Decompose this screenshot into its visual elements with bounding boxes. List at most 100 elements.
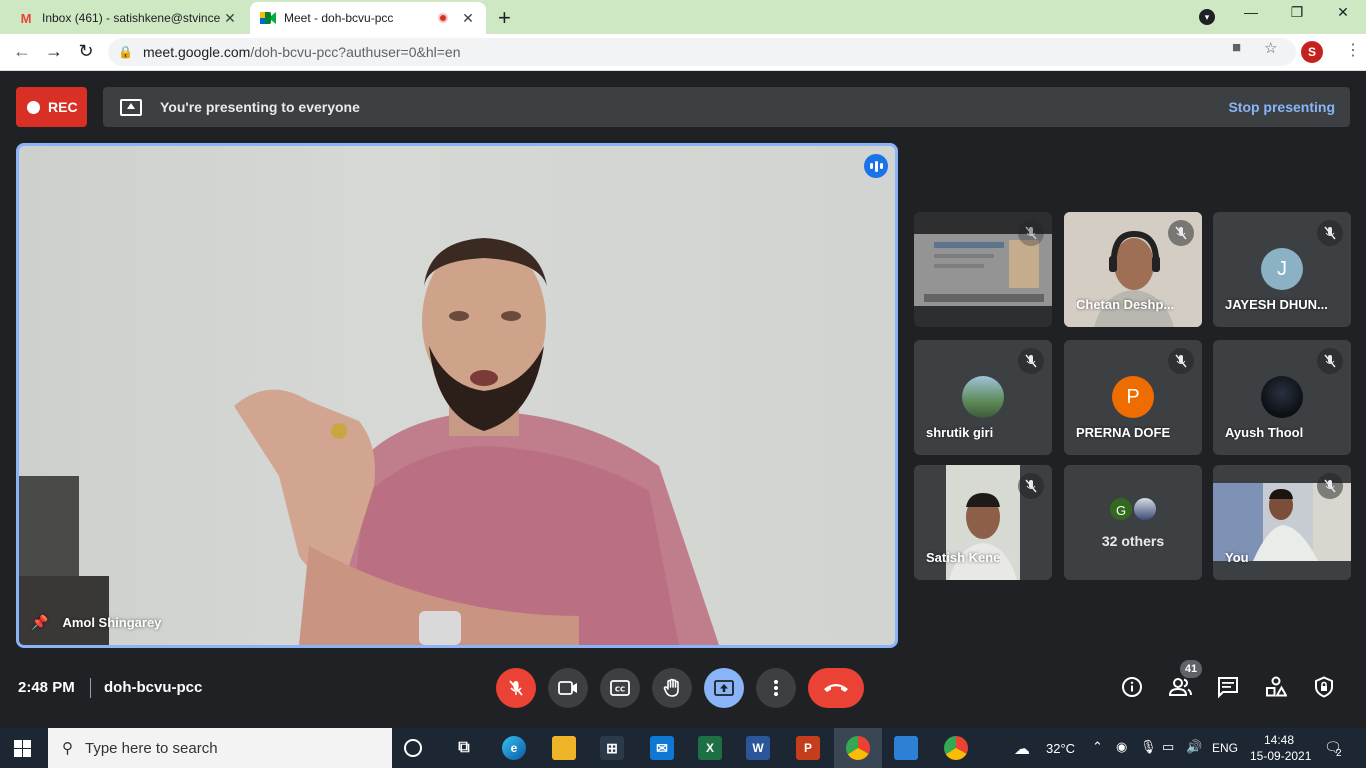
chat-icon[interactable] (1217, 676, 1239, 703)
tab-gmail[interactable]: M Inbox (461) - satishkene@stvince ✕ (8, 2, 248, 34)
browser-toolbar: ← → ↻ 🔒 meet.google.com/doh-bcvu-pcc?aut… (0, 34, 1366, 71)
participant-tile-ayush[interactable]: Ayush Thool (1213, 340, 1351, 455)
excel-icon[interactable]: X (698, 736, 722, 760)
camera-permission-icon[interactable]: ■ (1232, 39, 1241, 56)
participant-tile-others[interactable]: G 32 others (1064, 465, 1202, 580)
participant-name: shrutik giri (926, 425, 994, 440)
microphone-tray-icon[interactable]: 🎙 (1140, 739, 1157, 755)
participant-tile-you[interactable]: You (1213, 465, 1351, 580)
browser-tab-bar: M Inbox (461) - satishkene@stvince ✕ Mee… (0, 0, 1366, 34)
photos-icon[interactable] (894, 736, 918, 760)
input-language[interactable]: ENG (1212, 741, 1238, 755)
participant-name: You (1225, 550, 1249, 565)
notification-count: 2 (1336, 748, 1342, 759)
stop-presenting-button[interactable]: Stop presenting (1228, 99, 1335, 115)
new-tab-button[interactable]: + (498, 5, 511, 31)
store-icon[interactable]: ⊞ (600, 736, 624, 760)
show-hidden-icons-icon[interactable]: ⌃ (1092, 739, 1103, 755)
mail-icon[interactable]: ✉ (650, 736, 674, 760)
host-controls-icon[interactable] (1313, 676, 1335, 703)
forward-icon[interactable]: → (42, 41, 66, 62)
cortana-icon[interactable] (404, 739, 422, 757)
avatar: J (1261, 248, 1303, 290)
participant-name: Chetan Deshp... (1076, 297, 1175, 312)
presenting-banner: You're presenting to everyone Stop prese… (103, 87, 1350, 127)
network-icon[interactable]: ▭ (1162, 739, 1174, 755)
camera-tray-icon[interactable]: ◉ (1116, 739, 1127, 755)
tab-title: Inbox (461) - satishkene@stvince (42, 11, 221, 25)
participant-tile-shrutik[interactable]: shrutik giri (914, 340, 1052, 455)
tab-meet[interactable]: Meet - doh-bcvu-pcc ✕ (250, 2, 486, 34)
camera-toggle-button[interactable] (548, 668, 588, 708)
participant-tile-satish[interactable]: Satish Kene (914, 465, 1052, 580)
muted-mic-icon (1317, 473, 1343, 499)
meeting-details-icon[interactable] (1121, 676, 1143, 703)
raise-hand-button[interactable] (652, 668, 692, 708)
participant-count-badge: 41 (1180, 660, 1202, 678)
browser-menu-icon[interactable]: ⋮ (1345, 40, 1361, 60)
powerpoint-icon[interactable]: P (796, 736, 820, 760)
participant-tile-jayesh[interactable]: J JAYESH DHUN... (1213, 212, 1351, 327)
others-count: 32 others (1101, 533, 1165, 549)
recording-button[interactable]: REC (16, 87, 87, 127)
close-tab-icon[interactable]: ✕ (222, 10, 238, 27)
volume-icon[interactable]: 🔊 (1186, 739, 1202, 755)
clock-time[interactable]: 14:48 (1264, 733, 1294, 747)
captions-button[interactable]: CC (600, 668, 640, 708)
present-now-button[interactable] (704, 668, 744, 708)
main-speaker-video[interactable]: 📌 Amol Shingarey (16, 143, 898, 648)
leave-call-button[interactable] (808, 668, 864, 708)
record-dot-icon (27, 100, 40, 114)
muted-mic-icon (1018, 348, 1044, 374)
close-window-icon[interactable]: ✕ (1320, 4, 1366, 21)
activities-icon[interactable] (1265, 676, 1288, 703)
closed-captions-icon: CC (610, 680, 630, 696)
people-icon[interactable] (1168, 676, 1192, 703)
tab-title: Meet - doh-bcvu-pcc (284, 11, 394, 25)
chrome-icon[interactable] (944, 736, 968, 760)
minimize-icon[interactable]: — (1228, 4, 1274, 20)
avatar (1261, 376, 1303, 418)
file-explorer-icon[interactable] (552, 736, 576, 760)
bookmark-star-icon[interactable]: ☆ (1264, 39, 1277, 57)
weather-temperature[interactable]: 32°C (1046, 741, 1075, 756)
close-tab-icon[interactable]: ✕ (460, 10, 476, 27)
task-view-icon[interactable]: ⧉ (452, 736, 476, 760)
participant-name: Ayush Thool (1225, 425, 1304, 440)
lock-icon[interactable]: 🔒 (118, 45, 133, 59)
url-text: meet.google.com/doh-bcvu-pcc?authuser=0&… (142, 44, 461, 60)
word-icon[interactable]: W (746, 736, 770, 760)
reload-icon[interactable]: ↻ (74, 41, 98, 62)
weather-cloud-icon[interactable]: ☁ (1014, 739, 1030, 759)
clock-date[interactable]: 15-09-2021 (1250, 749, 1311, 763)
participant-name: PRERNA DOFE (1076, 425, 1171, 440)
tab-search-icon[interactable]: ▾ (1199, 9, 1215, 25)
present-screen-icon (120, 98, 142, 116)
hand-icon (663, 678, 679, 697)
windows-taskbar: ⚲ Type here to search ⧉ e ⊞ ✉ X W P ☁ 32… (0, 728, 1366, 768)
pin-icon[interactable]: 📌 (31, 614, 48, 631)
participant-tile-chetan[interactable]: Chetan Deshp... (1064, 212, 1202, 327)
chrome-profile-icon[interactable] (846, 736, 870, 760)
maximize-icon[interactable]: ❐ (1274, 4, 1320, 21)
windows-start-icon[interactable] (14, 740, 31, 757)
participant-tile-screen[interactable] (914, 212, 1052, 327)
gmail-icon: M (20, 10, 32, 26)
speaking-indicator-icon (864, 154, 888, 178)
edge-icon[interactable]: e (502, 736, 526, 760)
recording-indicator-icon (438, 13, 448, 23)
participant-tile-prerna[interactable]: P PRERNA DOFE (1064, 340, 1202, 455)
meeting-time: 2:48 PM (18, 679, 75, 696)
taskbar-search-box[interactable]: ⚲ Type here to search (48, 728, 392, 768)
avatar (962, 376, 1004, 418)
participant-name: JAYESH DHUN... (1225, 297, 1328, 312)
address-bar[interactable]: 🔒 meet.google.com/doh-bcvu-pcc?authuser=… (108, 38, 1296, 66)
profile-avatar[interactable]: S (1301, 41, 1323, 63)
mic-off-icon (509, 680, 523, 696)
muted-mic-icon (1317, 220, 1343, 246)
avatar: P (1112, 376, 1154, 418)
mic-toggle-button[interactable] (496, 668, 536, 708)
more-options-button[interactable] (756, 668, 796, 708)
avatar: G (1108, 496, 1134, 522)
back-icon[interactable]: ← (10, 41, 34, 62)
